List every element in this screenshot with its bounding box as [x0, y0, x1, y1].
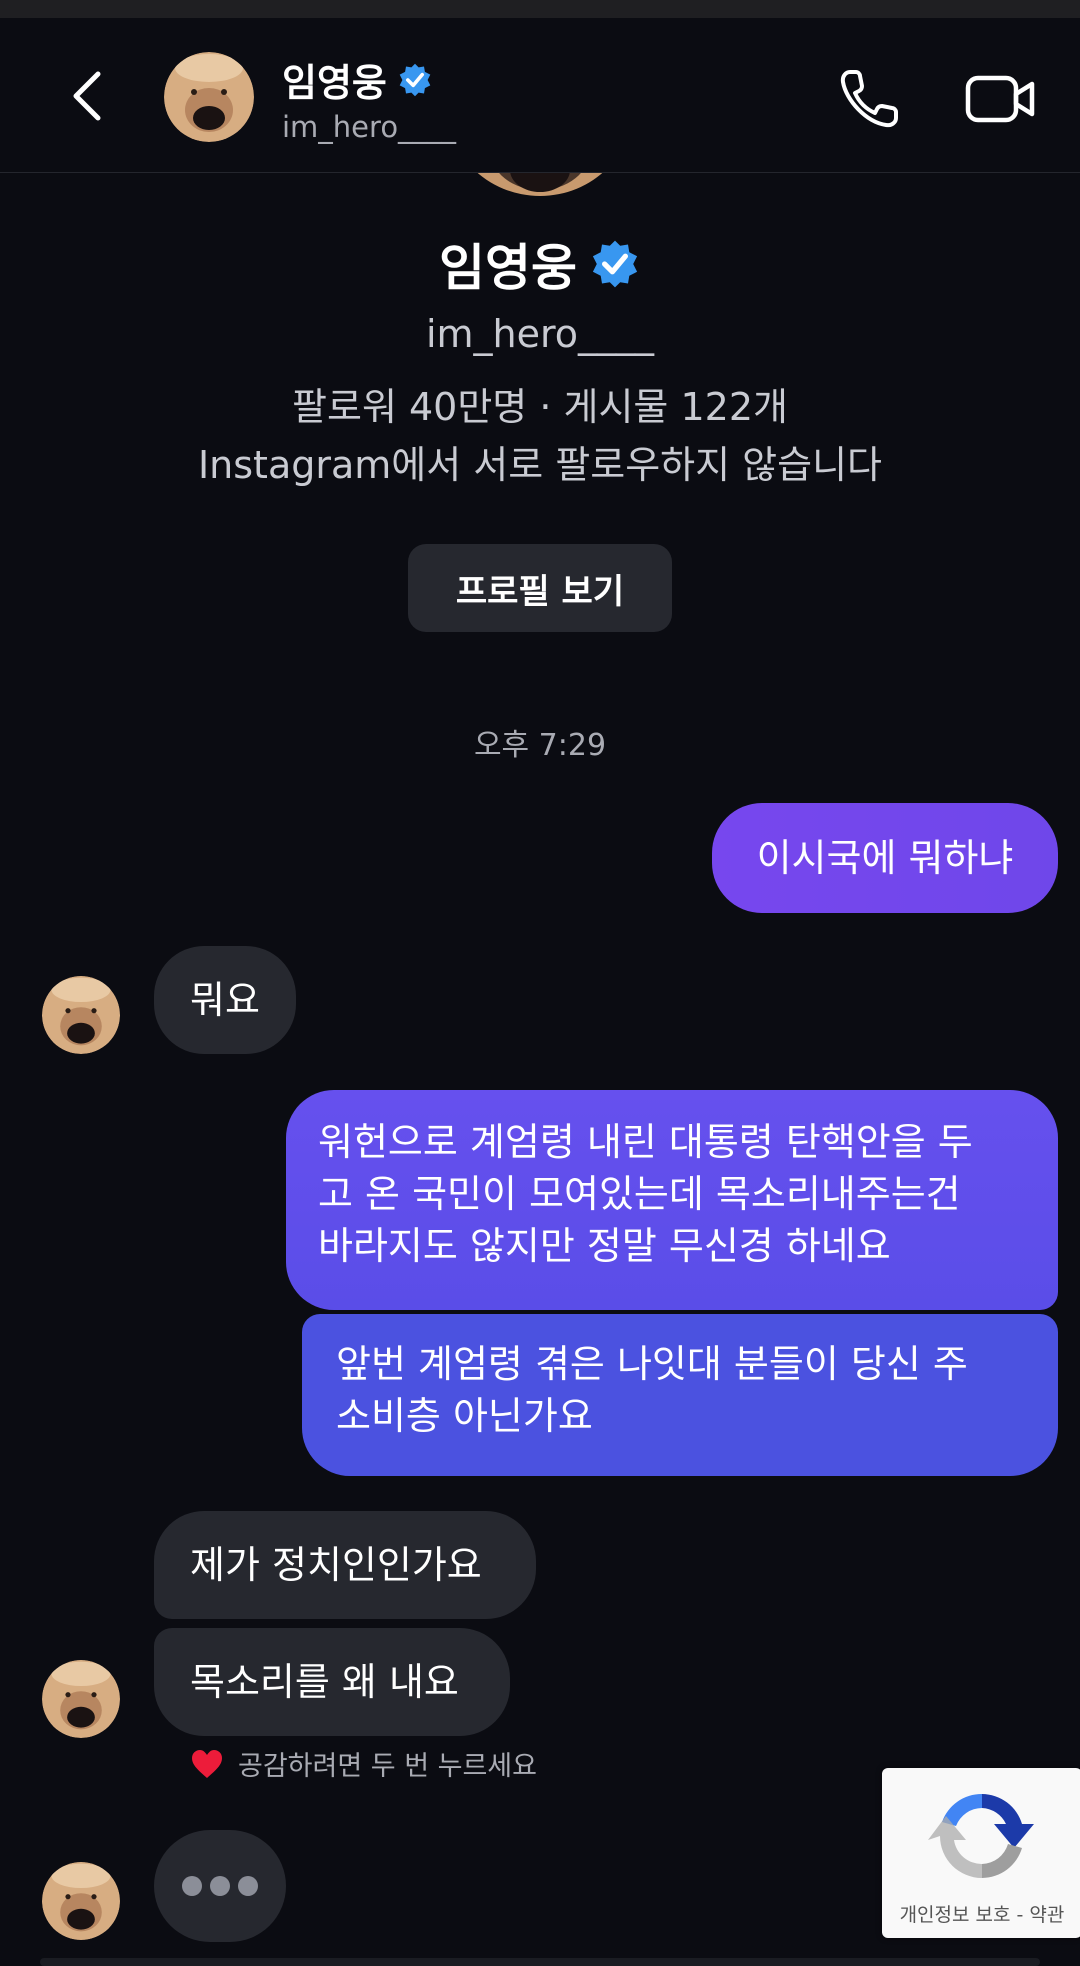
- verified-icon: [592, 240, 638, 288]
- message-text: 제가 정치인인가요: [190, 1543, 482, 1587]
- sender-avatar[interactable]: [42, 1660, 120, 1738]
- outgoing-message[interactable]: 워헌으로 계엄령 내린 대통령 탄핵안을 두 고 온 국민이 모여있는데 목소리…: [286, 1090, 1058, 1310]
- message-line: 소비층 아닌가요: [336, 1394, 593, 1438]
- chat-header: 임영웅 im_hero____: [0, 18, 1080, 173]
- incoming-message[interactable]: 뭐요: [154, 946, 296, 1054]
- message-line: 고 온 국민이 모여있는데 목소리내주는건: [318, 1172, 961, 1216]
- reaction-hint-text: 공감하려면 두 번 누르세요: [238, 1751, 537, 1782]
- message-line: 바라지도 않지만 정말 무신경 하네요: [318, 1224, 891, 1268]
- message-timestamp: 오후 7:29: [473, 728, 607, 763]
- profile-name: 임영웅: [439, 239, 577, 297]
- voice-call-button[interactable]: [836, 66, 902, 132]
- header-name[interactable]: 임영웅: [282, 52, 387, 107]
- video-call-button[interactable]: [964, 68, 1038, 130]
- typing-dot: [210, 1876, 230, 1896]
- heart-icon: [192, 1749, 222, 1778]
- recaptcha-badge[interactable]: 개인정보 보호 - 약관: [882, 1768, 1080, 1938]
- message-text: 목소리를 왜 내요: [190, 1660, 459, 1704]
- message-line: 워헌으로 계엄령 내린 대통령 탄핵안을 두: [318, 1120, 973, 1164]
- incoming-message[interactable]: 목소리를 왜 내요: [154, 1628, 510, 1736]
- reaction-hint: 공감하려면 두 번 누르세요: [190, 1744, 537, 1783]
- message-text: 이시국에 뭐하냐: [756, 836, 1014, 880]
- follow-status-note: Instagram에서 서로 팔로우하지 않습니다: [197, 443, 883, 487]
- view-profile-button[interactable]: 프로필 보기: [408, 544, 672, 632]
- profile-handle: im_hero____: [425, 312, 655, 356]
- sender-avatar[interactable]: [42, 976, 120, 1054]
- message-text: 뭐요: [190, 978, 260, 1022]
- phone-icon: [840, 70, 898, 128]
- typing-dot: [238, 1876, 258, 1896]
- outgoing-message[interactable]: 앞번 계엄령 겪은 나잇대 분들이 당신 주 소비층 아닌가요: [302, 1314, 1058, 1476]
- profile-stats: 팔로워 40만명 · 게시물 122개: [292, 385, 788, 429]
- message-line: 앞번 계엄령 겪은 나잇대 분들이 당신 주: [336, 1342, 968, 1386]
- typing-indicator: [154, 1830, 286, 1942]
- header-handle: im_hero____: [282, 110, 457, 144]
- status-strip: [0, 0, 1080, 18]
- typing-dot: [182, 1876, 202, 1896]
- recaptcha-links[interactable]: 개인정보 보호 - 약관: [882, 1900, 1080, 1927]
- dm-screen: 임영웅 im_hero____ 임영웅 im_hero____ 팔로워 40만명…: [0, 0, 1080, 1966]
- video-icon: [965, 75, 1035, 123]
- composer-edge: [40, 1958, 1040, 1966]
- sender-avatar[interactable]: [42, 1862, 120, 1940]
- recaptcha-icon: [928, 1793, 1034, 1878]
- avatar[interactable]: [164, 52, 254, 142]
- profile-title-row: 임영웅: [0, 228, 1080, 300]
- back-button[interactable]: [60, 66, 120, 126]
- header-title-row[interactable]: 임영웅: [282, 52, 433, 107]
- back-icon: [73, 71, 101, 121]
- incoming-message[interactable]: 제가 정치인인가요: [154, 1511, 536, 1619]
- verified-icon: [399, 63, 431, 96]
- outgoing-message[interactable]: 이시국에 뭐하냐: [712, 803, 1058, 913]
